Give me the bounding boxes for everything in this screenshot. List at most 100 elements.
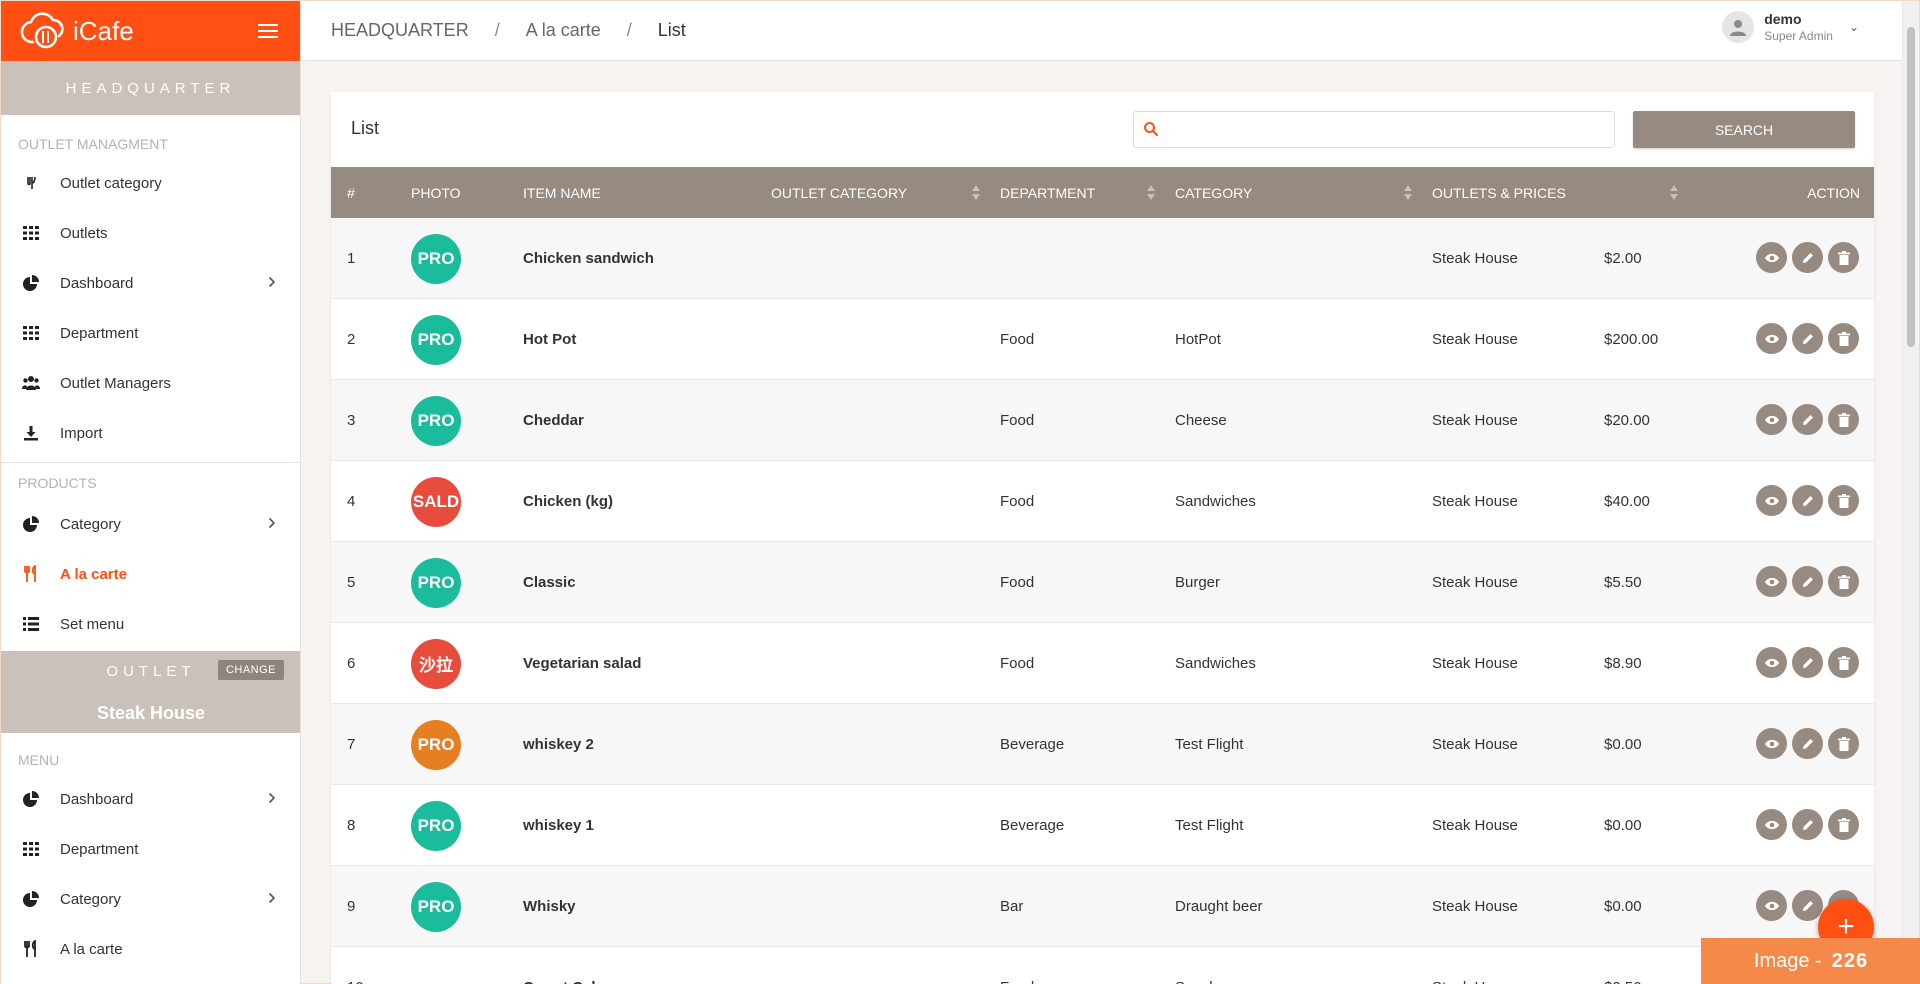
edit-button[interactable]	[1792, 404, 1823, 435]
change-outlet-button[interactable]: CHANGE	[217, 660, 284, 680]
search-button[interactable]: SEARCH	[1633, 111, 1855, 148]
sidebar-item-outlet-category[interactable]: Outlet category	[1, 158, 300, 208]
edit-button[interactable]	[1792, 323, 1823, 354]
row-price: $2.00	[1604, 250, 1642, 267]
sidebar-item-set-menu[interactable]: Set menu	[1, 599, 300, 649]
table-row[interactable]: 5 Classic Food Burger Steak House $5.50 PRO	[331, 542, 1874, 623]
table-row[interactable]: 8 whiskey 1 Beverage Test Flight Steak House…	[331, 785, 1874, 866]
sidebar-item-department[interactable]: Department	[1, 308, 300, 358]
trash-icon	[1837, 655, 1850, 670]
pie-chart-icon	[21, 789, 41, 809]
user-menu[interactable]: demo Super Admin ⌄	[1722, 11, 1859, 43]
column-header-category[interactable]: CATEGORY	[1175, 167, 1252, 218]
pencil-icon	[1801, 656, 1815, 670]
hamburger-menu-icon[interactable]	[258, 19, 282, 43]
eye-icon	[1764, 819, 1780, 831]
table-row[interactable]: 4 Chicken (kg) Food Sandwiches Steak House $4…	[331, 461, 1874, 542]
breadcrumb-list: List	[657, 20, 686, 40]
divider	[1, 462, 300, 463]
edit-button[interactable]	[1792, 728, 1823, 759]
table-row[interactable]: 6 Vegetarian salad Food Sandwiches Steak Hou…	[331, 623, 1874, 704]
sort-icon[interactable]	[971, 185, 981, 201]
vertical-scrollbar[interactable]	[1902, 1, 1919, 984]
sidebar-item-category[interactable]: Category	[1, 499, 300, 549]
row-department: Food	[1000, 412, 1035, 429]
nav-item-label: Department	[60, 324, 139, 342]
table-row[interactable]: 2 Hot Pot Food HotPot Steak House $200.00 PRO	[331, 299, 1874, 380]
delete-button[interactable]	[1828, 566, 1859, 597]
delete-button[interactable]	[1828, 809, 1859, 840]
table-body: 1 Chicken sandwich Steak House $2.00 PRO 2 Hot…	[331, 218, 1874, 984]
edit-button[interactable]	[1792, 566, 1823, 597]
breadcrumb-headquarter[interactable]: HEADQUARTER	[331, 20, 469, 41]
sidebar-menu-item-dashboard[interactable]: Dashboard	[1, 774, 300, 824]
breadcrumb-a-la-carte[interactable]: A la carte	[526, 20, 601, 41]
breadcrumb-separator: /	[494, 20, 500, 40]
pencil-icon	[1801, 251, 1815, 265]
column-header-outlet-category[interactable]: OUTLET CATEGORY	[771, 167, 907, 218]
edit-button[interactable]	[1792, 647, 1823, 678]
row-department: Bar	[1000, 898, 1024, 915]
delete-button[interactable]	[1828, 323, 1859, 354]
row-number: 7	[347, 736, 356, 753]
delete-button[interactable]	[1828, 485, 1859, 516]
edit-button[interactable]	[1792, 890, 1823, 921]
edit-button[interactable]	[1792, 809, 1823, 840]
view-button[interactable]	[1756, 485, 1787, 516]
row-category: Sandwiches	[1175, 493, 1256, 510]
sidebar-item-outlets[interactable]: Outlets	[1, 208, 300, 258]
view-button[interactable]	[1756, 890, 1787, 921]
sidebar-menu-item-a-la-carte[interactable]: A la carte	[1, 924, 300, 974]
table-row[interactable]: 1 Chicken sandwich Steak House $2.00 PRO	[331, 218, 1874, 299]
sidebar-item-dashboard[interactable]: Dashboard	[1, 258, 300, 308]
view-button[interactable]	[1756, 566, 1787, 597]
search-input[interactable]	[1166, 118, 1606, 142]
sort-icon[interactable]	[1403, 185, 1413, 201]
item-photo-badge: 沙拉	[411, 638, 461, 689]
sidebar: iCafe HEADQUARTER OUTLET MANAGMENT Outle…	[1, 1, 301, 984]
item-photo-badge: PRO	[411, 233, 461, 284]
view-button[interactable]	[1756, 728, 1787, 759]
scrollbar-thumb[interactable]	[1907, 27, 1915, 347]
table-row[interactable]: 3 Cheddar Food Cheese Steak House $20.00 PRO	[331, 380, 1874, 461]
row-category: Cheese	[1175, 412, 1227, 429]
column-header-outlets-prices[interactable]: OUTLETS & PRICES	[1432, 167, 1566, 218]
table-row[interactable]: 9 Whisky Bar Draught beer Steak House $0.00 PR…	[331, 866, 1874, 947]
pie-chart-icon	[21, 514, 41, 534]
table-row[interactable]: 7 whiskey 2 Beverage Test Flight Steak House…	[331, 704, 1874, 785]
view-button[interactable]	[1756, 404, 1787, 435]
row-outlet: Steak House	[1432, 331, 1518, 348]
sidebar-menu-item-department[interactable]: Department	[1, 824, 300, 874]
delete-button[interactable]	[1828, 242, 1859, 273]
view-button[interactable]	[1756, 647, 1787, 678]
trash-icon	[1837, 493, 1850, 508]
pencil-icon	[1801, 413, 1815, 427]
pencil-icon	[1801, 575, 1815, 589]
sidebar-item-a-la-carte[interactable]: A la carte	[1, 549, 300, 599]
item-photo-badge: PRO	[411, 557, 461, 608]
delete-button[interactable]	[1828, 404, 1859, 435]
edit-button[interactable]	[1792, 242, 1823, 273]
grid-icon	[21, 223, 41, 243]
column-header-item-name[interactable]: ITEM NAME	[523, 167, 601, 218]
sidebar-item-import[interactable]: Import	[1, 408, 300, 458]
view-button[interactable]	[1756, 242, 1787, 273]
sort-icon[interactable]	[1669, 185, 1679, 201]
table-row[interactable]: 10 Carrot Cake Food Snack Steak House $2.50	[331, 947, 1874, 984]
row-department: Food	[1000, 655, 1035, 672]
view-button[interactable]	[1756, 809, 1787, 840]
delete-button[interactable]	[1828, 728, 1859, 759]
sort-icon[interactable]	[1146, 185, 1156, 201]
column-header-department[interactable]: DEPARTMENT	[1000, 167, 1095, 218]
sidebar-menu-item-category[interactable]: Category	[1, 874, 300, 924]
eye-icon	[1764, 414, 1780, 426]
row-actions	[1756, 647, 1859, 678]
nav-item-label: Import	[60, 424, 103, 442]
delete-button[interactable]	[1828, 647, 1859, 678]
column-header-number: #	[347, 184, 355, 201]
sidebar-item-outlet-managers[interactable]: Outlet Managers	[1, 358, 300, 408]
pie-chart-icon	[21, 889, 41, 909]
view-button[interactable]	[1756, 323, 1787, 354]
row-outlet: Steak House	[1432, 898, 1518, 915]
edit-button[interactable]	[1792, 485, 1823, 516]
